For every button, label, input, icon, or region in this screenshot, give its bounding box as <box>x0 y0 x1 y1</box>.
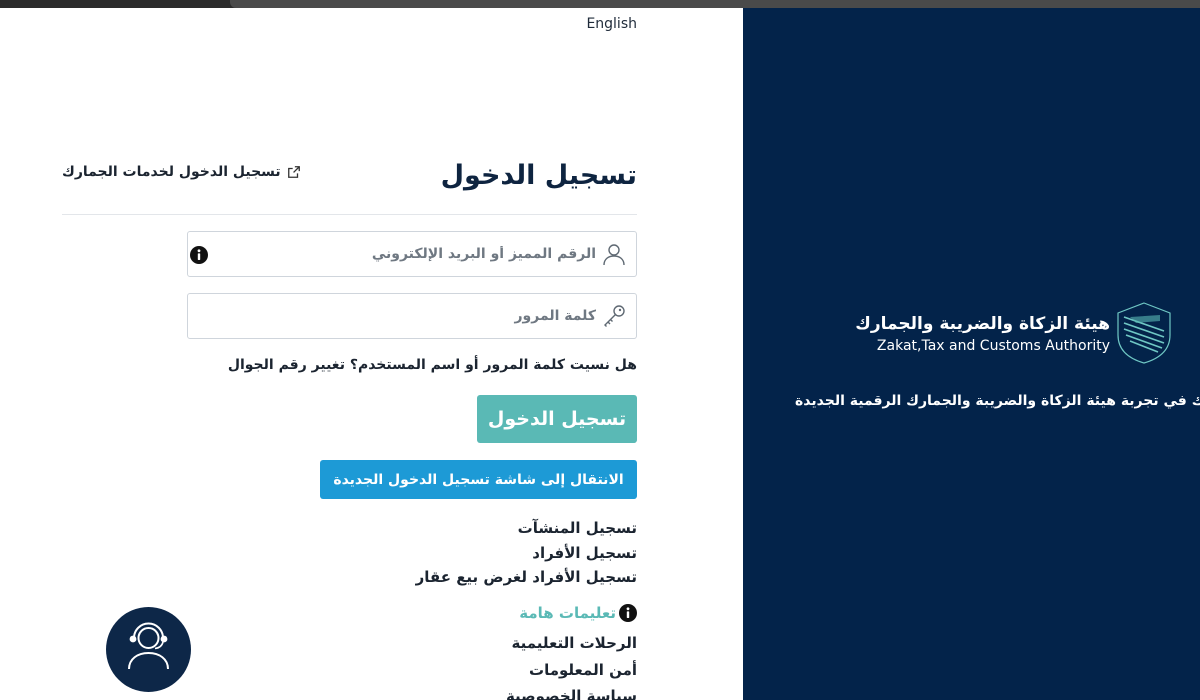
customs-login-link[interactable]: تسجيل الدخول لخدمات الجمارك <box>62 164 301 180</box>
title-divider <box>62 214 637 215</box>
browser-tab-highlight <box>230 0 1200 8</box>
page-title: تسجيل الدخول <box>440 160 637 191</box>
register-individuals-property-link[interactable]: تسجيل الأفراد لغرض بيع عقار <box>416 565 637 590</box>
information-security-link[interactable]: أمن المعلومات <box>506 657 637 684</box>
educational-journeys-link[interactable]: الرحلات التعليمية <box>506 630 638 657</box>
support-chat-button[interactable] <box>106 607 191 692</box>
forgot-credentials-line: هل نسيت كلمة المرور أو اسم المستخدم؟ تغي… <box>228 357 637 373</box>
username-input[interactable] <box>256 240 596 268</box>
important-instructions-label: تعليمات هامة <box>519 604 616 622</box>
language-switch-link[interactable]: English <box>586 16 637 32</box>
username-field[interactable] <box>187 231 637 277</box>
external-link-icon <box>287 166 300 178</box>
info-links: الرحلات التعليمية أمن المعلومات سياسة ال… <box>506 630 637 700</box>
brand-name-arabic: هيئة الزكاة والضريبة والجمارك <box>855 314 1110 334</box>
registration-links: تسجيل المنشآت تسجيل الأفراد تسجيل الأفرا… <box>416 516 637 590</box>
user-icon <box>603 244 625 266</box>
login-button[interactable]: تسجيل الدخول <box>477 395 637 443</box>
register-establishments-link[interactable]: تسجيل المنشآت <box>416 516 637 541</box>
forgot-prefix: هل نسيت <box>565 357 637 373</box>
browser-top-strip <box>0 0 1200 8</box>
brand-name-english: Zakat,Tax and Customs Authority <box>876 338 1110 354</box>
forgot-password-link[interactable]: كلمة المرور <box>483 357 565 373</box>
register-individuals-link[interactable]: تسجيل الأفراد <box>416 541 637 566</box>
forgot-username-link[interactable]: اسم المستخدم <box>358 357 460 373</box>
support-agent-icon <box>128 622 169 670</box>
branding-panel: هيئة الزكاة والضريبة والجمارك Zakat,Tax … <box>743 8 1200 700</box>
important-instructions-link[interactable]: تعليمات هامة <box>519 604 637 622</box>
welcome-message: بك في تجربة هيئة الزكاة والضريبة والجمار… <box>795 393 1200 409</box>
privacy-policy-link[interactable]: سياسة الخصوصية <box>506 683 637 700</box>
zatca-logo <box>1117 302 1171 364</box>
password-field[interactable] <box>187 293 637 339</box>
change-mobile-link[interactable]: تغيير رقم الجوال <box>228 357 345 373</box>
info-icon <box>619 604 637 622</box>
key-icon <box>604 305 625 327</box>
forgot-question-mark: ؟ <box>344 357 358 373</box>
new-login-screen-button[interactable]: الانتقال إلى شاشة تسجيل الدخول الجديدة <box>320 460 637 499</box>
info-icon[interactable] <box>190 246 208 264</box>
forgot-or: أو <box>460 357 484 373</box>
password-input[interactable] <box>256 302 596 330</box>
customs-login-label: تسجيل الدخول لخدمات الجمارك <box>62 164 281 180</box>
